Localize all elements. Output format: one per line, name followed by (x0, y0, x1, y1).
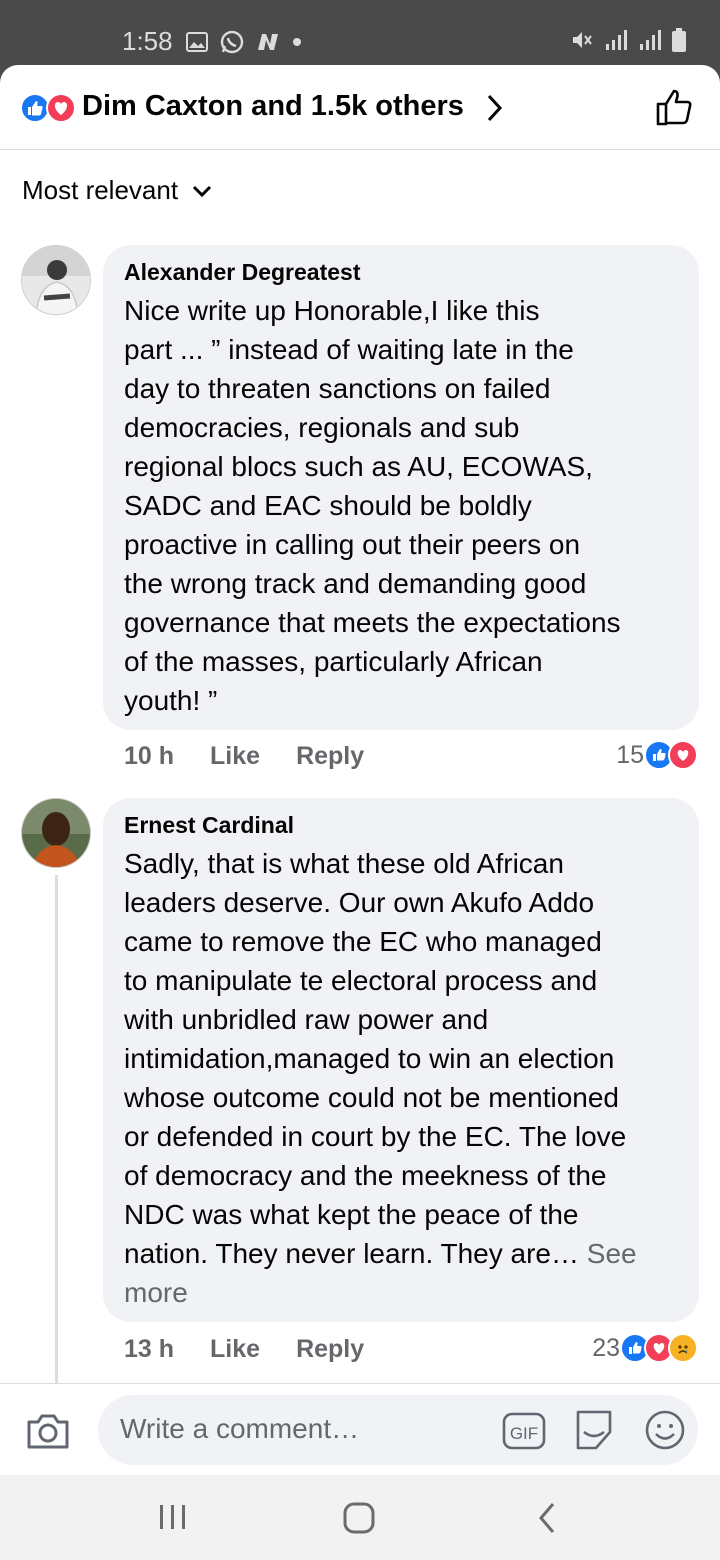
dot-icon (293, 38, 301, 46)
status-system-icons (570, 28, 686, 52)
see-more-link[interactable]: See (579, 1238, 637, 1269)
love-reaction-icon (46, 93, 76, 123)
comment-timestamp[interactable]: 13 h (124, 1335, 174, 1364)
comment-bubble[interactable]: Ernest Cardinal Sadly, that is what thes… (103, 798, 699, 1322)
chevron-down-icon (193, 185, 212, 197)
sort-label: Most relevant (22, 175, 179, 205)
mute-icon (573, 32, 592, 48)
avatar-photo (22, 799, 90, 867)
like-reaction-icon (20, 93, 50, 123)
comment-reactions[interactable]: 23 (592, 1333, 698, 1363)
comment-composer: Write a comment… GIF (0, 1383, 720, 1475)
back-icon[interactable] (536, 1501, 558, 1535)
comment-bubble[interactable]: Alexander Degreatest Nice write up Honor… (103, 245, 699, 730)
recents-icon[interactable] (158, 1501, 188, 1533)
system-nav-bar (0, 1475, 720, 1560)
avatar-photo (22, 246, 90, 314)
sort-dropdown[interactable]: Most relevant (22, 175, 212, 206)
status-time: 1:58 (122, 26, 173, 56)
thread-line (55, 875, 58, 1383)
like-button[interactable]: Like (210, 1335, 260, 1364)
reply-button[interactable]: Reply (296, 1335, 364, 1364)
reactions-header[interactable]: Dim Caxton and 1.5k others (0, 65, 720, 150)
comment-meta: 13 h Like Reply (124, 1335, 364, 1364)
svg-text:GIF: GIF (510, 1424, 538, 1443)
n-app-icon (258, 34, 278, 50)
home-icon[interactable] (342, 1501, 376, 1535)
photo-icon (186, 32, 208, 52)
see-more-link[interactable]: more (124, 1277, 188, 1308)
comment-timestamp[interactable]: 10 h (124, 742, 174, 771)
signal-icon (606, 30, 627, 50)
sticker-icon[interactable] (572, 1408, 616, 1452)
comment-meta: 10 h Like Reply (124, 742, 364, 771)
love-reaction-icon (668, 740, 698, 770)
camera-icon[interactable] (26, 1412, 70, 1450)
emoji-icon[interactable] (643, 1408, 687, 1452)
status-notification-icons (186, 30, 302, 54)
reply-button[interactable]: Reply (296, 742, 364, 771)
chevron-right-icon (487, 94, 503, 122)
signal-icon (640, 30, 661, 50)
avatar[interactable] (21, 798, 91, 868)
gif-icon[interactable]: GIF (502, 1411, 546, 1451)
sad-reaction-icon (668, 1333, 698, 1363)
comments-sheet: Dim Caxton and 1.5k others Most relevant… (0, 65, 720, 1475)
comment-body: Sadly, that is what these old African le… (124, 848, 627, 1269)
comment-placeholder: Write a comment… (120, 1413, 360, 1444)
comment-author[interactable]: Ernest Cardinal (124, 810, 679, 840)
reaction-summary (20, 93, 78, 123)
thumbs-up-outline-icon[interactable] (654, 87, 694, 127)
like-button[interactable]: Like (210, 742, 260, 771)
avatar[interactable] (21, 245, 91, 315)
reaction-count: 23 (592, 1333, 620, 1362)
comment-text: Nice write up Honorable,I like this part… (124, 295, 621, 716)
comment-author[interactable]: Alexander Degreatest (124, 257, 679, 287)
battery-icon (672, 28, 686, 52)
whatsapp-icon (220, 30, 244, 54)
reactions-title: Dim Caxton and 1.5k others (82, 90, 464, 122)
comment-input[interactable]: Write a comment… GIF (98, 1395, 698, 1465)
reaction-count: 15 (616, 740, 644, 769)
comment-reactions[interactable]: 15 (616, 740, 698, 770)
comment-text: Sadly, that is what these old African le… (124, 844, 679, 1312)
